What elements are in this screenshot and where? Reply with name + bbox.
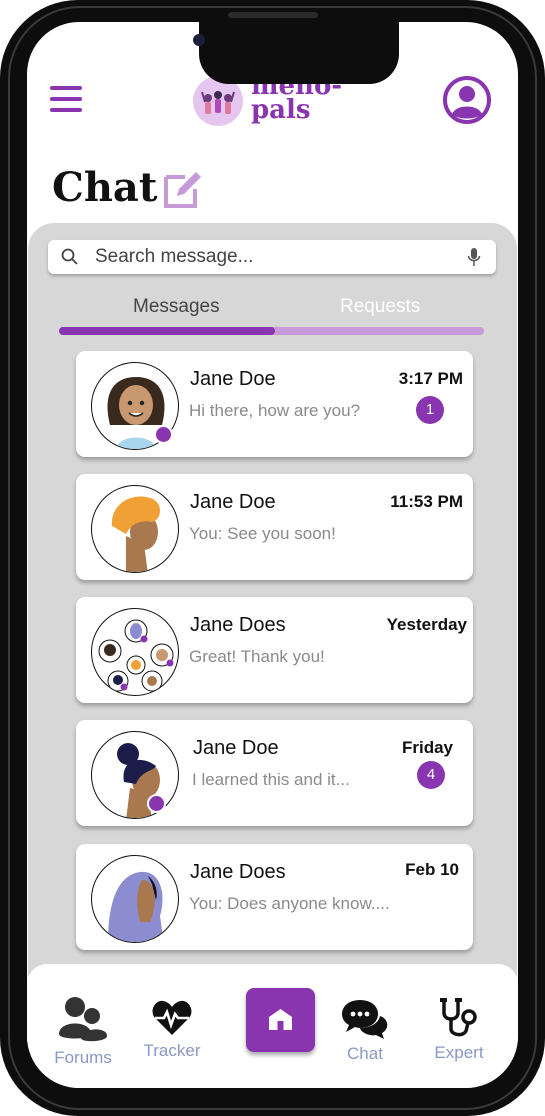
conversation-item[interactable]: Jane Doe Hi there, how are you? 3:17 PM … bbox=[76, 351, 473, 457]
nav-label-forums: Forums bbox=[54, 1048, 112, 1067]
tab-requests[interactable]: Requests bbox=[340, 296, 420, 318]
online-status-dot bbox=[154, 425, 173, 444]
contact-name: Jane Does bbox=[190, 614, 286, 636]
message-time: 3:17 PM bbox=[398, 369, 463, 388]
nav-label-chat: Chat bbox=[347, 1044, 383, 1063]
message-time: 11:53 PM bbox=[390, 492, 463, 511]
conversation-item[interactable]: Jane Does Great! Thank you! Yesterday bbox=[76, 597, 473, 703]
logo-text-line2: pals bbox=[251, 95, 311, 125]
woman-hijab-avatar bbox=[91, 855, 179, 943]
compose-icon[interactable] bbox=[163, 169, 203, 209]
nav-tracker[interactable]: Tracker bbox=[140, 999, 204, 1061]
nav-forums[interactable]: Forums bbox=[52, 996, 114, 1068]
tab-messages[interactable]: Messages bbox=[133, 296, 220, 318]
message-preview: You: See you soon! bbox=[189, 524, 336, 543]
notch-speaker bbox=[228, 12, 318, 18]
profile-icon[interactable] bbox=[442, 75, 492, 125]
nav-chat[interactable]: Chat bbox=[337, 998, 393, 1064]
message-time: Feb 10 bbox=[405, 860, 459, 879]
contact-name: Jane Doe bbox=[190, 368, 276, 390]
online-status-dot bbox=[147, 794, 166, 813]
search-input[interactable]: Search message... bbox=[95, 246, 253, 268]
front-camera bbox=[193, 34, 205, 46]
contact-name: Jane Doe bbox=[190, 491, 276, 513]
message-preview: I learned this and it... bbox=[192, 770, 350, 789]
search-icon bbox=[61, 248, 78, 265]
search-bar[interactable]: Search message... bbox=[48, 240, 496, 274]
home-button[interactable] bbox=[246, 988, 315, 1052]
page-title: Chat bbox=[52, 164, 158, 211]
woman-bun-hair-avatar bbox=[91, 731, 179, 819]
message-preview: Great! Thank you! bbox=[189, 647, 325, 666]
message-preview: Hi there, how are you? bbox=[189, 401, 361, 420]
menu-icon[interactable] bbox=[50, 86, 82, 114]
unread-badge: 1 bbox=[416, 396, 444, 424]
conversation-item[interactable]: Jane Doe You: See you soon! 11:53 PM bbox=[76, 474, 473, 580]
nav-label-expert: Expert bbox=[434, 1043, 484, 1062]
nav-expert[interactable]: Expert bbox=[430, 997, 488, 1063]
message-time: Yesterday bbox=[386, 615, 467, 634]
woman-orange-headwrap-avatar bbox=[91, 485, 179, 573]
heart-pulse-icon bbox=[152, 1000, 192, 1035]
message-preview: You: Does anyone know.... bbox=[189, 894, 390, 913]
people-icon bbox=[59, 997, 107, 1042]
conversation-item[interactable]: Jane Doe I learned this and it... Friday… bbox=[76, 720, 473, 826]
stethoscope-icon bbox=[440, 998, 477, 1037]
group-avatar bbox=[91, 608, 179, 696]
message-time: Friday bbox=[401, 738, 453, 757]
microphone-icon[interactable] bbox=[467, 247, 481, 267]
chat-bubbles-icon bbox=[342, 1000, 388, 1039]
contact-name: Jane Doe bbox=[193, 737, 279, 759]
contact-name: Jane Does bbox=[190, 861, 286, 883]
notch bbox=[199, 22, 399, 84]
home-icon bbox=[269, 1009, 292, 1030]
unread-badge: 4 bbox=[417, 761, 445, 789]
tab-indicator-active bbox=[59, 327, 275, 335]
nav-label-tracker: Tracker bbox=[143, 1041, 201, 1060]
conversation-item[interactable]: Jane Does You: Does anyone know.... Feb … bbox=[76, 844, 473, 950]
